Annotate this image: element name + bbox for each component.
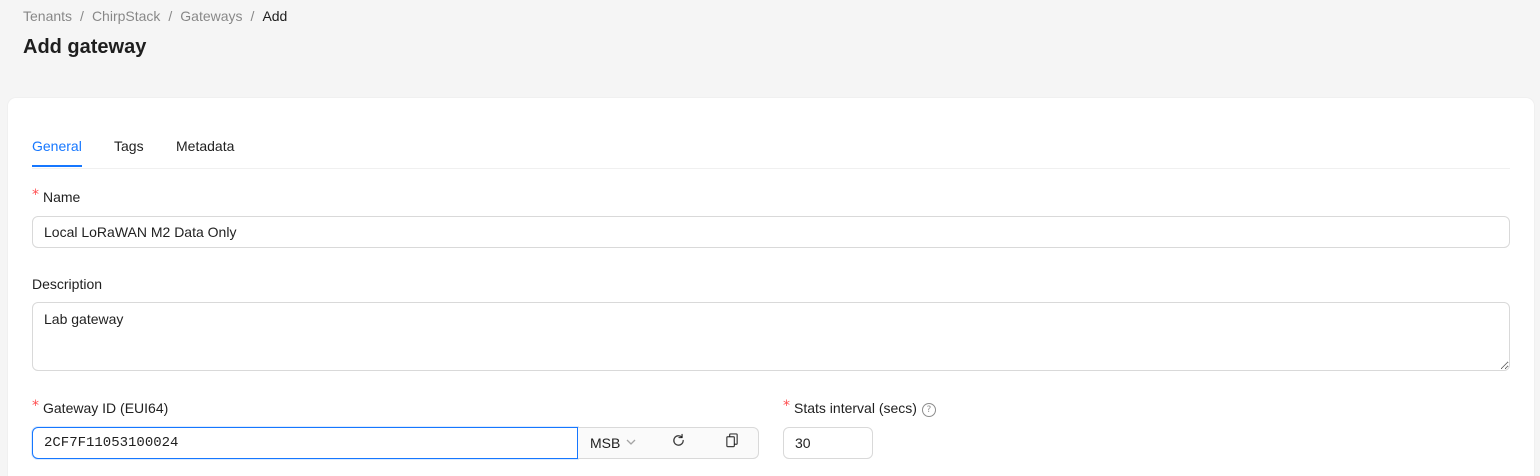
gateway-id-label: * Gateway ID (EUI64) — [32, 398, 169, 417]
stats-interval-input[interactable] — [783, 427, 873, 459]
name-label: * Name — [32, 187, 81, 206]
tab-general-label: General — [32, 138, 82, 154]
required-mark: * — [32, 187, 39, 203]
description-label: Description — [32, 276, 103, 292]
copy-button[interactable] — [705, 428, 758, 458]
required-mark: * — [783, 398, 790, 414]
question-circle-icon[interactable]: ? — [921, 403, 936, 417]
breadcrumb: Tenants / ChirpStack / Gateways / Add — [23, 8, 287, 24]
byte-order-value: MSB — [590, 435, 621, 451]
refresh-button[interactable] — [653, 428, 706, 458]
byte-order-select[interactable]: MSB — [578, 428, 653, 458]
chevron-down-icon — [626, 438, 636, 449]
page: Tenants / ChirpStack / Gateways / Add Ad… — [0, 0, 1540, 476]
tab-bar: General Tags Metadata — [32, 126, 1510, 169]
gateway-id-addon: MSB — [578, 427, 759, 459]
tab-active-indicator — [32, 165, 82, 167]
tab-general[interactable]: General — [32, 126, 82, 167]
breadcrumb-separator: / — [80, 8, 84, 24]
gateway-id-input[interactable] — [32, 427, 578, 459]
copy-icon — [725, 433, 739, 453]
breadcrumb-current: Add — [262, 8, 288, 24]
breadcrumb-separator: / — [250, 8, 255, 24]
gateway-id-label-text: Gateway ID (EUI64) — [43, 400, 169, 416]
stats-interval-label-text: Stats interval (secs) — [794, 400, 917, 416]
tab-tags-label: Tags — [114, 138, 144, 154]
name-input[interactable] — [32, 216, 1510, 248]
tab-metadata[interactable]: Metadata — [176, 126, 234, 166]
name-label-text: Name — [43, 189, 81, 205]
tab-metadata-label: Metadata — [176, 138, 235, 154]
breadcrumb-chirpstack[interactable]: ChirpStack — [92, 8, 160, 24]
breadcrumb-tenants[interactable]: Tenants — [23, 8, 72, 24]
breadcrumb-gateways[interactable]: Gateways — [180, 8, 242, 24]
form-card: General Tags Metadata *Name Description … — [8, 98, 1534, 476]
page-title: Add gateway — [23, 36, 147, 58]
stats-interval-label: * Stats interval (secs)? — [783, 398, 936, 418]
breadcrumb-separator: / — [168, 8, 173, 24]
required-mark: * — [32, 398, 39, 414]
tab-tags[interactable]: Tags — [114, 126, 144, 166]
description-textarea[interactable]: Lab gateway — [32, 302, 1510, 371]
refresh-icon — [671, 433, 686, 453]
